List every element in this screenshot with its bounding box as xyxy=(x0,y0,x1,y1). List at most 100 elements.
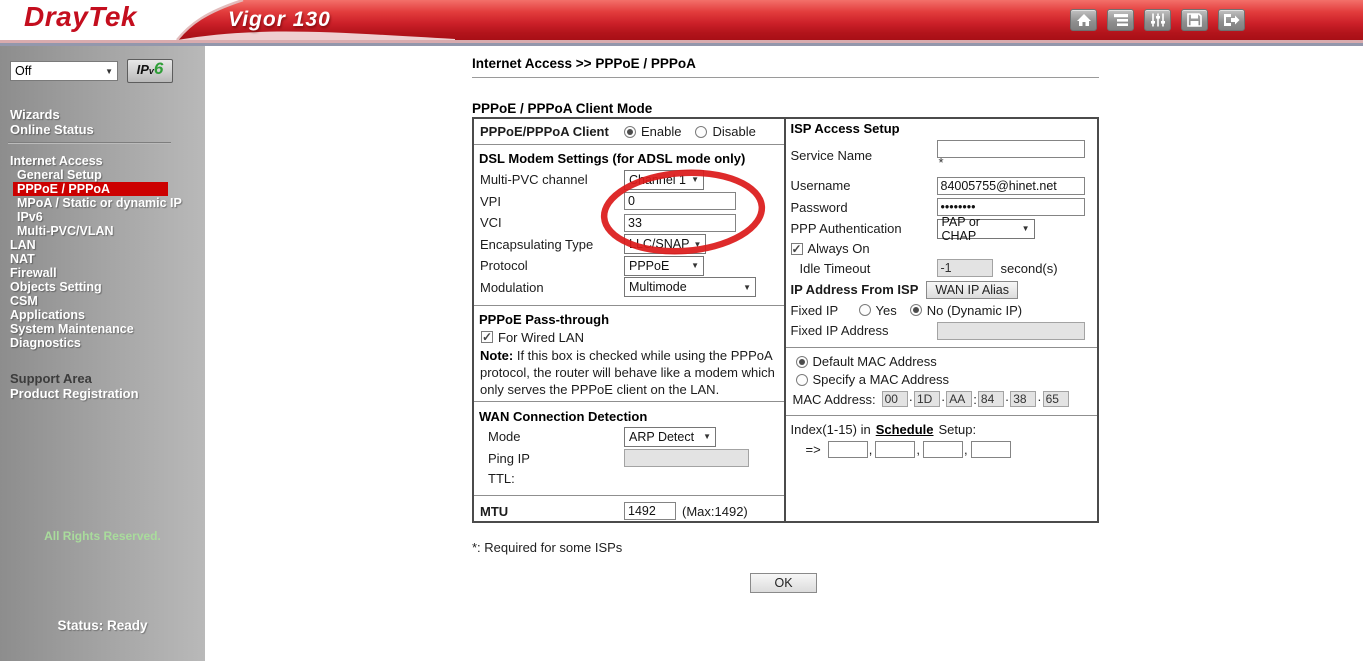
mac-octet-3 xyxy=(946,391,972,407)
chevron-down-icon: ▼ xyxy=(739,283,755,292)
enable-label: Enable xyxy=(641,124,681,139)
sidebar-item-csm[interactable]: CSM xyxy=(0,294,205,308)
mode-label: Mode xyxy=(474,429,624,444)
client-label: PPPoE/PPPoA Client xyxy=(474,124,624,139)
sidebar-item-online-status[interactable]: Online Status xyxy=(10,123,94,138)
passthrough-note: Note: If this box is checked while using… xyxy=(474,346,784,398)
schedule-index-4[interactable] xyxy=(971,441,1011,458)
required-asterisk: * xyxy=(937,158,1085,168)
always-on-label: Always On xyxy=(808,241,870,256)
service-name-input[interactable] xyxy=(937,140,1085,158)
sidebar-item-objects-setting[interactable]: Objects Setting xyxy=(0,280,205,294)
breadcrumb-rule xyxy=(472,77,1099,78)
schedule-index-2[interactable] xyxy=(875,441,915,458)
always-on-checkbox[interactable] xyxy=(791,243,803,255)
fixed-ip-yes-radio[interactable] xyxy=(859,304,871,316)
specify-mac-radio[interactable] xyxy=(796,374,808,386)
sidebar-item-diagnostics[interactable]: Diagnostics xyxy=(0,336,205,350)
fixed-ip-address-label: Fixed IP Address xyxy=(786,323,937,338)
ok-button[interactable]: OK xyxy=(750,573,817,593)
sidebar-item-product-registration[interactable]: Product Registration xyxy=(10,387,139,402)
schedule-index-3[interactable] xyxy=(923,441,963,458)
username-input[interactable] xyxy=(937,177,1085,195)
sidebar-item-lan[interactable]: LAN xyxy=(0,238,205,252)
schedule-index-suffix: Setup: xyxy=(939,422,977,437)
default-mac-radio[interactable] xyxy=(796,356,808,368)
chevron-down-icon: ▼ xyxy=(699,432,715,441)
sidebar-item-applications[interactable]: Applications xyxy=(0,308,205,322)
mtu-input[interactable] xyxy=(624,502,676,520)
ip-from-isp-label: IP Address From ISP xyxy=(786,282,919,297)
enable-radio[interactable] xyxy=(624,126,636,138)
fixed-ip-no-label: No (Dynamic IP) xyxy=(927,303,1022,318)
ttl-label: TTL: xyxy=(474,471,624,486)
encapsulating-type-label: Encapsulating Type xyxy=(474,237,624,252)
password-input[interactable] xyxy=(937,198,1085,216)
sidebar-menu: Internet Access General Setup PPPoE / PP… xyxy=(0,154,205,350)
sidebar-item-firewall[interactable]: Firewall xyxy=(0,266,205,280)
logout-icon[interactable] xyxy=(1218,9,1245,31)
sidebar-item-general-setup[interactable]: General Setup xyxy=(0,168,205,182)
wan-ip-alias-button[interactable]: WAN IP Alias xyxy=(926,281,1018,299)
fixed-ip-label: Fixed IP xyxy=(786,303,859,318)
idle-timeout-input xyxy=(937,259,993,277)
mode-select-value: Off xyxy=(15,64,31,78)
mac-octet-4 xyxy=(978,391,1004,407)
wired-lan-checkbox[interactable] xyxy=(481,331,493,343)
mac-octet-2 xyxy=(914,391,940,407)
home-icon[interactable] xyxy=(1070,9,1097,31)
mode-select[interactable]: Off ▼ xyxy=(10,61,118,81)
wan-detect-mode-select[interactable]: ARP Detect▼ xyxy=(624,427,716,447)
sidebar-item-wizards[interactable]: Wizards xyxy=(10,108,94,123)
wired-lan-label: For Wired LAN xyxy=(498,330,584,345)
ppp-authentication-select[interactable]: PAP or CHAP▼ xyxy=(937,219,1035,239)
dsl-settings-heading: DSL Modem Settings (for ADSL mode only) xyxy=(474,151,784,169)
password-label: Password xyxy=(786,200,937,215)
sidebar-item-pppoe-pppoa[interactable]: PPPoE / PPPoA xyxy=(13,182,168,196)
sidebar-item-nat[interactable]: NAT xyxy=(0,252,205,266)
mac-address-label: MAC Address: xyxy=(793,392,876,407)
multi-pvc-label: Multi-PVC channel xyxy=(474,172,624,187)
sidebar-item-support-area[interactable]: Support Area xyxy=(10,372,139,387)
client-mode-panel: PPPoE/PPPoA Client Enable Disable DSL Mo… xyxy=(472,117,1099,523)
fixed-ip-yes-label: Yes xyxy=(876,303,897,318)
save-icon[interactable] xyxy=(1181,9,1208,31)
fixed-ip-no-radio[interactable] xyxy=(910,304,922,316)
ping-ip-label: Ping IP xyxy=(474,451,624,466)
modulation-select[interactable]: Multimode▼ xyxy=(624,277,756,297)
vpi-label: VPI xyxy=(474,194,624,209)
multi-pvc-select[interactable]: Channel 1▼ xyxy=(624,170,704,190)
sidebar-item-internet-access[interactable]: Internet Access xyxy=(0,154,205,168)
chevron-down-icon: ▼ xyxy=(687,261,703,270)
ipv6-button[interactable]: IPv6 xyxy=(127,59,173,83)
sidebar-item-multi-pvc-vlan[interactable]: Multi-PVC/VLAN xyxy=(0,224,205,238)
mtu-label: MTU xyxy=(474,504,624,519)
sidebar-item-system-maintenance[interactable]: System Maintenance xyxy=(0,322,205,336)
service-name-label: Service Name xyxy=(786,139,937,163)
breadcrumb: Internet Access >> PPPoE / PPPoA xyxy=(472,56,696,71)
chevron-down-icon: ▼ xyxy=(1018,224,1034,233)
sidebar-divider xyxy=(8,142,171,144)
mac-octet-5 xyxy=(1010,391,1036,407)
schedule-index-prefix: Index(1-15) in xyxy=(791,422,871,437)
sidebar-item-ipv6[interactable]: IPv6 xyxy=(0,210,205,224)
wan-detection-heading: WAN Connection Detection xyxy=(474,409,784,426)
specify-mac-label: Specify a MAC Address xyxy=(813,372,950,387)
schedule-index-1[interactable] xyxy=(828,441,868,458)
sitemap-icon[interactable] xyxy=(1107,9,1134,31)
model-name: Vigor 130 xyxy=(228,8,331,32)
mac-octet-1 xyxy=(882,391,908,407)
sliders-icon[interactable] xyxy=(1144,9,1171,31)
vpi-input[interactable] xyxy=(624,192,736,210)
vci-input[interactable] xyxy=(624,214,736,232)
protocol-select[interactable]: PPPoE▼ xyxy=(624,256,704,276)
default-mac-label: Default MAC Address xyxy=(813,354,937,369)
schedule-link[interactable]: Schedule xyxy=(876,422,934,437)
sidebar-item-mpoa[interactable]: MPoA / Static or dynamic IP xyxy=(0,196,205,210)
encapsulating-type-select[interactable]: LLC/SNAP▼ xyxy=(624,234,706,254)
disable-radio[interactable] xyxy=(695,126,707,138)
top-banner: DrayTek Vigor 130 xyxy=(0,0,1363,40)
mtu-max-hint: (Max:1492) xyxy=(682,504,748,519)
protocol-label: Protocol xyxy=(474,258,624,273)
isp-access-heading: ISP Access Setup xyxy=(786,121,1098,139)
